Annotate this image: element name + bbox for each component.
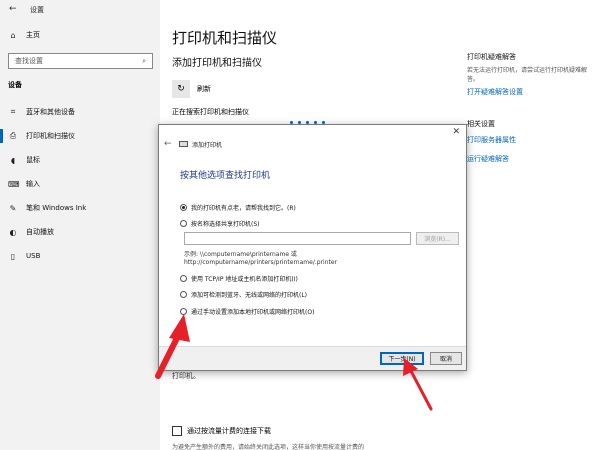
option-manual-local[interactable]: 通过手动设置添加本地打印机或网络打印机(O) — [180, 307, 314, 316]
mouse-icon: ◖ — [10, 155, 16, 165]
search-icon: ⌕ — [142, 56, 146, 65]
browse-button[interactable]: 浏览(R)... — [416, 232, 459, 245]
printer-icon: ⎙ — [9, 131, 17, 140]
radio-button[interactable] — [180, 220, 187, 227]
option-tcpip[interactable]: 使用 TCP/IP 地址或主机名添加打印机(I) — [180, 274, 298, 283]
dialog-title: 添加打印机 — [192, 142, 223, 149]
bluetooth-icon: ⌗ — [10, 107, 16, 116]
share-printer-input[interactable] — [184, 232, 411, 245]
sidebar-item-label: 鼠标 — [26, 156, 40, 164]
sidebar-item-label: USB — [26, 252, 41, 260]
radio-button[interactable] — [180, 291, 187, 298]
settings-sidebar: ← 设置 ⌂ 主页 查找设置 ⌕ 设备 ⌗ 蓝牙和其他设备 ⎙ 打印机和扫描仪 … — [0, 0, 160, 450]
sidebar-item-label: 打印机和扫描仪 — [26, 132, 75, 140]
radio-button[interactable] — [180, 308, 187, 315]
option-shared-printer[interactable]: 按名称选择共享打印机(S) — [180, 219, 260, 228]
sidebar-item-pen[interactable]: ✎ 笔和 Windows Ink — [0, 198, 160, 218]
autoplay-icon: ◐ — [9, 227, 17, 237]
pen-icon: ✎ — [9, 203, 17, 213]
sidebar-item-typing[interactable]: ⌨ 输入 — [0, 174, 160, 194]
back-arrow-icon[interactable]: ← — [9, 4, 17, 14]
sidebar-item-label: 笔和 Windows Ink — [26, 204, 87, 212]
metered-checkbox[interactable] — [172, 426, 182, 436]
option-label: 添加可检测到蓝牙、无线或网络的打印机(L) — [191, 292, 308, 299]
window-title: 设置 — [30, 6, 44, 14]
sidebar-item-label: 输入 — [26, 180, 40, 188]
metered-label: 通过按流量计费的连接下载 — [187, 427, 271, 435]
run-troubleshooter-link[interactable]: 运行疑难解答 — [467, 154, 509, 164]
sidebar-item-printers[interactable]: ⎙ 打印机和扫描仪 — [0, 126, 160, 146]
usb-icon: ▯ — [10, 251, 16, 261]
troubleshoot-settings-link[interactable]: 打开疑难解答设置 — [467, 87, 523, 97]
page-title: 打印机和扫描仪 — [172, 29, 278, 47]
example-line: 示例: \\computername\printername 或 — [184, 251, 297, 258]
option-label: 使用 TCP/IP 地址或主机名添加打印机(I) — [191, 276, 298, 283]
option-label: 按名称选择共享打印机(S) — [191, 221, 260, 228]
troubleshoot-description: 若无法运行打印机，请尝试运行打印机疑难解答。 — [467, 67, 588, 83]
next-button[interactable]: 下一步(N) — [380, 352, 424, 365]
radio-button[interactable] — [180, 275, 187, 282]
keyboard-icon: ⌨ — [8, 179, 20, 189]
sidebar-item-autoplay[interactable]: ◐ 自动播放 — [0, 222, 160, 242]
sidebar-item-label: 自动播放 — [26, 228, 54, 236]
option-bluetooth-wireless[interactable]: 添加可检测到蓝牙、无线或网络的打印机(L) — [180, 290, 307, 299]
dialog-back-icon[interactable]: ← — [164, 139, 172, 149]
nav-home-label: 主页 — [26, 31, 40, 39]
add-printer-dialog: ✕ ← 添加打印机 按其他选项查找打印机 我的打印机有点老，请帮我找到它。(R)… — [158, 124, 467, 371]
searching-status: 正在搜索打印机和扫描仪 — [172, 108, 249, 116]
radio-button[interactable] — [180, 204, 187, 211]
refresh-button[interactable]: ↻ — [172, 80, 190, 98]
troubleshoot-heading: 打印机疑难解答 — [467, 53, 516, 61]
print-server-properties-link[interactable]: 打印服务器属性 — [467, 135, 516, 145]
settings-search-input[interactable]: 查找设置 ⌕ — [8, 53, 153, 69]
cancel-button[interactable]: 取消 — [430, 352, 462, 365]
option-label: 通过手动设置添加本地打印机或网络打印机(O) — [191, 309, 315, 316]
printer-text-fragment: 打印机。 — [172, 372, 200, 380]
sidebar-item-mouse[interactable]: ◖ 鼠标 — [0, 150, 160, 170]
refresh-icon: ↻ — [177, 84, 185, 94]
example-line: http://computername/printers/printername… — [184, 259, 338, 266]
dialog-heading: 按其他选项查找打印机 — [180, 171, 271, 181]
metered-description: 为避免产生额外的费用，请始终关闭此选项，这样当你使用按流量计费的 — [172, 444, 365, 450]
search-placeholder: 查找设置 — [15, 57, 43, 65]
example-text: 示例: \\computername\printername 或 http://… — [184, 251, 337, 267]
option-old-printer[interactable]: 我的打印机有点老，请帮我找到它。(R) — [180, 203, 296, 212]
printer-icon — [179, 141, 188, 147]
page-subtitle: 添加打印机和扫描仪 — [172, 58, 262, 69]
refresh-label: 刷新 — [197, 85, 211, 93]
home-icon: ⌂ — [10, 30, 16, 40]
dialog-footer: 下一步(N) 取消 — [159, 346, 466, 370]
related-settings-heading: 相关设置 — [467, 120, 495, 128]
option-label: 我的打印机有点老，请帮我找到它。(R) — [191, 205, 296, 212]
close-icon[interactable]: ✕ — [452, 127, 460, 137]
sidebar-item-bluetooth[interactable]: ⌗ 蓝牙和其他设备 — [0, 102, 160, 122]
sidebar-item-label: 蓝牙和其他设备 — [26, 108, 75, 116]
section-label-devices: 设备 — [8, 81, 22, 89]
metered-download-row[interactable]: 通过按流量计费的连接下载 — [172, 426, 271, 436]
sidebar-item-usb[interactable]: ▯ USB — [0, 246, 160, 266]
nav-home[interactable]: ⌂ 主页 — [8, 30, 40, 40]
